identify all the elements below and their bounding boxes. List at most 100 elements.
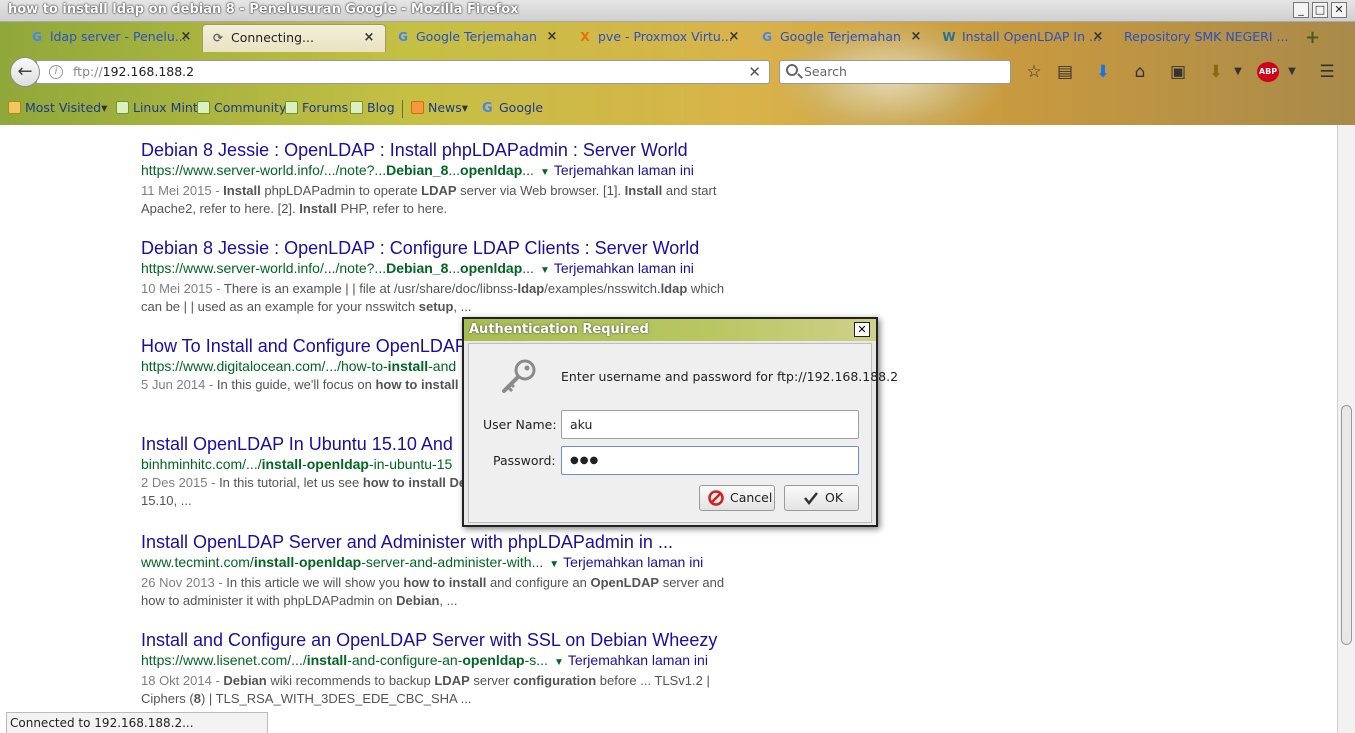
translate-link[interactable]: Terjemahkan laman ini: [554, 162, 694, 178]
linux-mint-icon: [197, 101, 210, 114]
translate-link[interactable]: Terjemahkan laman ini: [554, 260, 694, 276]
stop-icon[interactable]: ✕: [748, 61, 761, 83]
bookmark-google[interactable]: G Google: [482, 100, 544, 116]
tab-label: ldap server - Penelu...: [50, 29, 187, 44]
download-helper-icon[interactable]: ⬇: [1204, 60, 1228, 84]
result-url-text[interactable]: https://www.server-world.info/.../note?.…: [141, 260, 534, 276]
result-date: 11 Mei 2015: [141, 183, 212, 198]
bookmark-linux-mint[interactable]: Linux Mint: [116, 100, 198, 115]
tab-connecting[interactable]: ⟳ Connecting... ×: [202, 24, 386, 52]
result-snippet: 11 Mei 2015 - Install phpLDAPadmin to op…: [141, 182, 731, 218]
result-url: https://www.server-world.info/.../note?.…: [141, 161, 741, 182]
chevron-down-icon[interactable]: ▼: [1280, 60, 1304, 84]
bookmark-blog[interactable]: Blog: [350, 100, 395, 115]
site-info-icon[interactable]: i: [49, 65, 63, 79]
dropdown-triangle-icon[interactable]: ▼: [540, 167, 550, 178]
folder-icon: [8, 101, 21, 114]
loading-icon: ⟳: [212, 31, 224, 45]
bookmark-star-icon[interactable]: ☆: [1022, 60, 1046, 84]
result-title-link[interactable]: Debian 8 Jessie : OpenLDAP : Install php…: [141, 139, 741, 161]
downloads-icon[interactable]: ⬇: [1091, 60, 1115, 84]
url-bar[interactable]: i ftp://192.168.188.2 ✕: [36, 60, 770, 84]
dropdown-triangle-icon[interactable]: ▼: [540, 265, 550, 276]
result-title-link[interactable]: Install and Configure an OpenLDAP Server…: [141, 629, 741, 651]
password-field[interactable]: ●●●: [561, 446, 859, 475]
url-host: 192.168.188.2: [102, 64, 195, 79]
chevron-down-icon[interactable]: ▼: [1226, 60, 1250, 84]
result-url-text[interactable]: binhminhitc.com/.../install-openldap-in-…: [141, 456, 452, 472]
translate-link[interactable]: Terjemahkan laman ini: [563, 554, 703, 570]
tab-install-openldap[interactable]: W Install OpenLDAP In ... ×: [934, 24, 1110, 52]
result-date: 10 Mei 2015: [141, 281, 213, 296]
ok-button[interactable]: OK: [784, 485, 859, 511]
bookmark-news[interactable]: News▾: [411, 100, 468, 115]
maximize-button[interactable]: □: [1312, 2, 1328, 18]
checkmark-icon: [804, 492, 818, 506]
bookmark-label: Google: [499, 100, 544, 115]
vertical-scrollbar[interactable]: [1337, 125, 1355, 733]
search-bar[interactable]: Search: [779, 60, 1011, 84]
new-tab-button[interactable]: +: [1305, 27, 1320, 48]
result-title-link[interactable]: Debian 8 Jessie : OpenLDAP : Configure L…: [141, 237, 741, 259]
search-result: Install and Configure an OpenLDAP Server…: [141, 629, 741, 708]
dialog-close-button[interactable]: ✕: [854, 322, 870, 337]
result-url: https://www.lisenet.com/.../install-and-…: [141, 651, 741, 672]
tab-repository-smk[interactable]: Repository SMK NEGERI ...: [1096, 24, 1292, 52]
result-url-text[interactable]: https://www.server-world.info/.../note?.…: [141, 162, 534, 178]
tab-label: Google Terjemahan: [780, 29, 901, 44]
google-icon: G: [482, 101, 493, 116]
date-separator: -: [211, 183, 224, 198]
result-title-link[interactable]: Install OpenLDAP Server and Administer w…: [141, 531, 741, 553]
dropdown-triangle-icon[interactable]: ▼: [549, 559, 559, 570]
tab-ldap-server[interactable]: G ldap server - Penelu... ×: [22, 24, 198, 52]
home-icon[interactable]: ⌂: [1128, 60, 1152, 84]
bookmarks-menu-icon[interactable]: ▤: [1053, 60, 1077, 84]
window-title: how to install ldap on debian 8 - Penelu…: [8, 2, 519, 17]
bookmark-forums[interactable]: Forums: [285, 100, 348, 115]
tab-proxmox[interactable]: X pve - Proxmox Virtu... ×: [570, 24, 748, 52]
url-text[interactable]: ftp://192.168.188.2: [73, 61, 194, 83]
bookmark-community[interactable]: Community: [197, 100, 286, 115]
tab-google-translate-2[interactable]: G Google Terjemahan ×: [752, 24, 930, 52]
dialog-message: Enter username and password for ftp://19…: [561, 369, 899, 384]
pocket-icon[interactable]: ▣: [1166, 60, 1190, 84]
navigation-toolbar: i ftp://192.168.188.2 ✕ ← Search ☆ ▤ ⬇ ⌂…: [0, 54, 1355, 92]
linux-mint-icon: [350, 101, 363, 114]
result-snippet-text: Debian wiki recommends to backup LDAP se…: [141, 673, 710, 706]
translate-link[interactable]: Terjemahkan laman ini: [568, 652, 708, 668]
dropdown-triangle-icon[interactable]: ▼: [554, 657, 564, 668]
username-field[interactable]: aku: [561, 410, 859, 439]
tab-close-icon[interactable]: ×: [728, 30, 740, 44]
tab-google-translate[interactable]: G Google Terjemahan ×: [388, 24, 568, 52]
search-icon: [786, 64, 798, 76]
cancel-label: Cancel: [730, 490, 773, 505]
close-window-button[interactable]: ✕: [1331, 2, 1347, 18]
cancel-icon: [708, 490, 724, 506]
date-separator: -: [214, 575, 227, 590]
bookmark-most-visited[interactable]: Most Visited▾: [8, 100, 107, 115]
cancel-button[interactable]: Cancel: [699, 485, 775, 511]
scrollbar-thumb[interactable]: [1341, 405, 1352, 645]
wordpress-icon: W: [942, 30, 956, 44]
minimize-button[interactable]: _: [1293, 2, 1309, 18]
search-result: Debian 8 Jessie : OpenLDAP : Configure L…: [141, 237, 741, 316]
tab-close-icon[interactable]: ×: [546, 30, 558, 44]
bookmark-label: Most Visited: [25, 100, 102, 115]
menu-icon[interactable]: ☰: [1315, 60, 1339, 84]
url-scheme: ftp://: [73, 64, 103, 79]
result-url-text[interactable]: https://www.lisenet.com/.../install-and-…: [141, 652, 548, 668]
result-url-text[interactable]: https://www.digitalocean.com/.../how-to-…: [141, 358, 456, 374]
date-separator: -: [205, 377, 217, 392]
chevron-down-icon: ▾: [101, 100, 108, 115]
back-button[interactable]: ←: [10, 57, 40, 87]
window-titlebar: how to install ldap on debian 8 - Penelu…: [0, 0, 1355, 22]
tab-close-icon[interactable]: ×: [180, 30, 192, 44]
linux-mint-icon: [285, 101, 298, 114]
result-url-text[interactable]: www.tecmint.com/install-openldap-server-…: [141, 554, 543, 570]
tab-close-icon[interactable]: ×: [363, 31, 375, 45]
result-url: https://www.server-world.info/.../note?.…: [141, 259, 741, 280]
tab-close-icon[interactable]: ×: [910, 30, 922, 44]
google-icon: G: [32, 30, 42, 44]
dialog-title: Authentication Required: [469, 322, 649, 337]
adblock-icon[interactable]: ABP: [1257, 62, 1279, 82]
